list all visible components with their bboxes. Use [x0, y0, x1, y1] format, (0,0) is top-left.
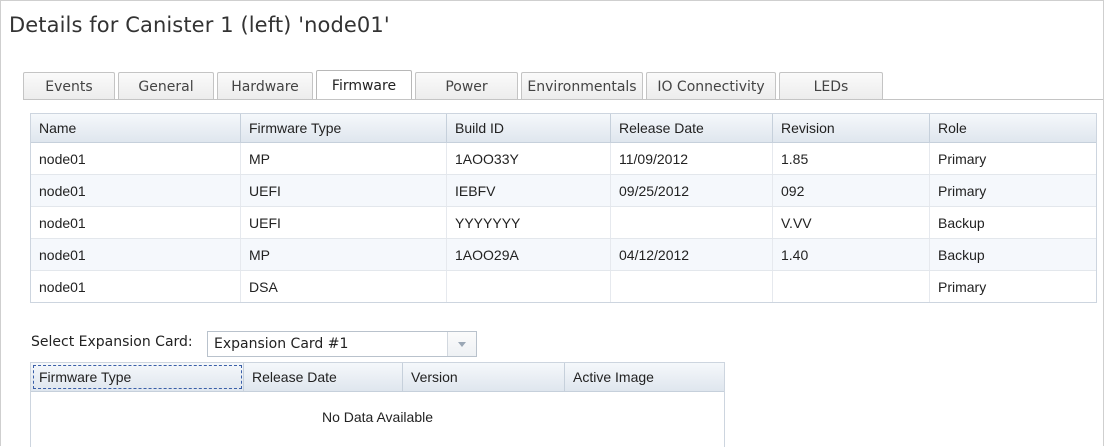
expansion-card-label: Select Expansion Card:: [31, 334, 193, 350]
column-header-firmware-type[interactable]: Firmware Type: [31, 363, 244, 391]
tab-firmware[interactable]: Firmware: [316, 70, 412, 100]
cell-build-id: 1AOO29A: [447, 239, 611, 270]
cell-revision: [773, 271, 930, 302]
expansion-card-select[interactable]: Expansion Card #1: [207, 331, 477, 357]
chevron-down-icon: [458, 341, 466, 347]
tab-divider: [23, 99, 1103, 100]
cell-name: node01: [31, 271, 241, 302]
expansion-card-value: Expansion Card #1: [214, 336, 349, 352]
cell-build-id: 1AOO33Y: [447, 143, 611, 174]
dropdown-button[interactable]: [447, 332, 476, 356]
cell-revision: 092: [773, 175, 930, 206]
cell-release-date: [611, 271, 773, 302]
cell-release-date: 09/25/2012: [611, 175, 773, 206]
cell-build-id: YYYYYYY: [447, 207, 611, 238]
cell-release-date: 11/09/2012: [611, 143, 773, 174]
cell-release-date: [611, 207, 773, 238]
cell-firmware-type: MP: [241, 239, 447, 270]
column-header-active-image[interactable]: Active Image: [565, 363, 724, 391]
cell-firmware-type: MP: [241, 143, 447, 174]
table-header: Name Firmware Type Build ID Release Date…: [31, 114, 1096, 143]
table-row[interactable]: node01 UEFI YYYYYYY V.VV Backup: [31, 207, 1096, 239]
tab-power[interactable]: Power: [415, 72, 518, 100]
cell-release-date: 04/12/2012: [611, 239, 773, 270]
tab-environmentals[interactable]: Environmentals: [521, 72, 643, 100]
cell-firmware-type: DSA: [241, 271, 447, 302]
tab-hardware[interactable]: Hardware: [217, 72, 313, 100]
column-header-build-id[interactable]: Build ID: [447, 114, 611, 142]
cell-revision: V.VV: [773, 207, 930, 238]
cell-revision: 1.40: [773, 239, 930, 270]
cell-name: node01: [31, 143, 241, 174]
cell-role: Primary: [938, 150, 987, 167]
expansion-firmware-table: Firmware Type Release Date Version Activ…: [30, 362, 725, 447]
column-header-revision[interactable]: Revision: [773, 114, 930, 142]
table-row[interactable]: node01 UEFI IEBFV 09/25/2012 092 Primary: [31, 175, 1096, 207]
firmware-table: Name Firmware Type Build ID Release Date…: [30, 113, 1097, 303]
column-header-role[interactable]: Role: [930, 114, 1096, 142]
table-row[interactable]: node01 DSA Primary: [31, 271, 1096, 302]
tab-leds[interactable]: LEDs: [779, 72, 883, 100]
tab-general[interactable]: General: [118, 72, 214, 100]
column-header-firmware-type[interactable]: Firmware Type: [241, 114, 447, 142]
cell-build-id: IEBFV: [447, 175, 611, 206]
cell-role: Primary: [938, 278, 987, 295]
tab-events[interactable]: Events: [23, 72, 115, 100]
cell-role: Backup: [938, 246, 985, 263]
cell-role: Primary: [938, 182, 987, 199]
cell-name: node01: [31, 207, 241, 238]
cell-revision: 1.85: [773, 143, 930, 174]
page-title: Details for Canister 1 (left) 'node01': [9, 13, 390, 37]
table-header: Firmware Type Release Date Version Activ…: [31, 363, 724, 392]
tab-bar: Events General Hardware Firmware Power E…: [23, 70, 886, 100]
column-header-name[interactable]: Name: [31, 114, 241, 142]
cell-build-id: [447, 271, 611, 302]
cell-firmware-type: UEFI: [241, 207, 447, 238]
column-header-version[interactable]: Version: [403, 363, 565, 391]
cell-name: node01: [31, 239, 241, 270]
details-panel: Details for Canister 1 (left) 'node01' E…: [0, 0, 1104, 447]
column-header-release-date[interactable]: Release Date: [611, 114, 773, 142]
table-body: node01 MP 1AOO33Y 11/09/2012 1.85 Primar…: [31, 143, 1096, 302]
tab-io-connectivity[interactable]: IO Connectivity: [646, 72, 776, 100]
column-header-release-date[interactable]: Release Date: [244, 363, 403, 391]
table-row[interactable]: node01 MP 1AOO33Y 11/09/2012 1.85 Primar…: [31, 143, 1096, 175]
cell-role: Backup: [938, 214, 985, 231]
cell-firmware-type: UEFI: [241, 175, 447, 206]
table-row[interactable]: node01 MP 1AOO29A 04/12/2012 1.40 Backup: [31, 239, 1096, 271]
cell-name: node01: [31, 175, 241, 206]
empty-state-message: No Data Available: [321, 409, 434, 425]
